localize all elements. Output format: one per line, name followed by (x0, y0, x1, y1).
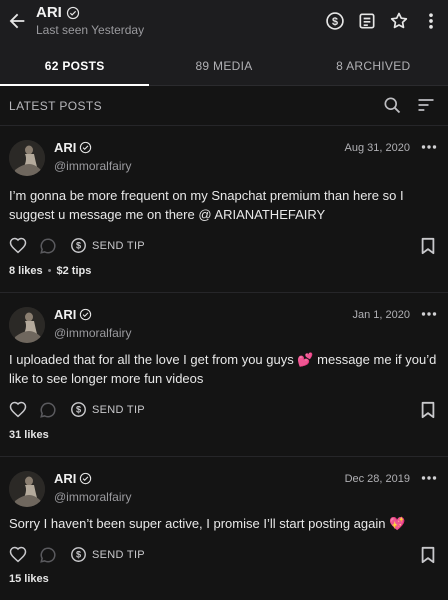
post-date: Aug 31, 2020 (344, 142, 410, 154)
comment-icon[interactable] (39, 237, 57, 255)
post-stats: 15 likes (9, 573, 49, 585)
separator-dot: • (47, 265, 52, 277)
top-bar: ARI Last seen Yesterday $ (0, 0, 448, 46)
send-tip-label: SEND TIP (92, 403, 145, 416)
send-tip-button[interactable]: $ SEND TIP (70, 401, 145, 418)
tab-archived[interactable]: 8 ARCHIVED (299, 46, 448, 85)
more-options-button[interactable] (420, 10, 442, 32)
profile-tabs: 62 POSTS 89 MEDIA 8 ARCHIVED (0, 46, 448, 86)
back-arrow-icon[interactable] (6, 10, 28, 32)
more-horizontal-icon[interactable] (421, 140, 437, 154)
heart-icon[interactable] (9, 401, 27, 419)
post-date: Dec 28, 2019 (344, 473, 410, 485)
post-author-name[interactable]: ARI (54, 140, 76, 155)
post-card: ARI @immoralfairy Dec 28, 2019 Sorry I h… (0, 457, 448, 600)
dollar-circle-icon: $ (71, 402, 86, 417)
last-seen-status: Last seen Yesterday (36, 23, 145, 37)
post-author-name[interactable]: ARI (54, 471, 76, 486)
profile-title: ARI Last seen Yesterday (36, 4, 144, 37)
send-tip-button[interactable]: $ SEND TIP (70, 237, 145, 254)
post-text: Sorry I haven’t been super active, I pro… (9, 516, 406, 531)
more-horizontal-icon[interactable] (421, 307, 437, 321)
profile-name: ARI (36, 4, 62, 21)
post-stats: 8 likes • $2 tips (9, 265, 91, 277)
post-card: ARI @immoralfairy Aug 31, 2020 I’m gonna… (0, 126, 448, 293)
post-date: Jan 1, 2020 (352, 309, 411, 321)
verified-icon (80, 141, 92, 154)
bookmark-icon[interactable] (420, 401, 436, 419)
comment-icon[interactable] (39, 546, 57, 564)
more-horizontal-icon[interactable] (421, 471, 437, 485)
post-text: I uploaded that for all the love I get f… (9, 352, 437, 386)
search-icon[interactable] (382, 95, 402, 115)
star-icon (390, 12, 408, 29)
dollar-circle-icon: $ (71, 547, 86, 562)
bookmark-icon[interactable] (420, 237, 436, 255)
post-author-handle[interactable]: @immoralfairy (54, 326, 132, 340)
more-vertical-icon (429, 13, 433, 29)
verified-icon (80, 308, 92, 321)
tips-amount: $2 tips (56, 265, 92, 277)
post-stats: 31 likes (9, 429, 49, 441)
section-title: LATEST POSTS (9, 99, 103, 113)
send-tip-label: SEND TIP (92, 239, 145, 252)
svg-text:$: $ (332, 16, 338, 28)
post-author-handle[interactable]: @immoralfairy (54, 490, 132, 504)
dollar-circle-icon: $ (326, 12, 344, 30)
likes-count[interactable]: 8 likes (9, 265, 43, 277)
dollar-circle-icon: $ (71, 238, 86, 253)
verified-icon (66, 6, 79, 19)
comment-icon[interactable] (39, 401, 57, 419)
tip-button[interactable]: $ (324, 10, 346, 32)
heart-icon[interactable] (9, 546, 27, 564)
bookmark-icon[interactable] (420, 546, 436, 564)
send-tip-label: SEND TIP (92, 548, 145, 561)
avatar[interactable] (9, 307, 45, 343)
note-icon (359, 13, 375, 29)
likes-count[interactable]: 31 likes (9, 429, 49, 441)
notes-button[interactable] (356, 10, 378, 32)
post-author-name[interactable]: ARI (54, 307, 76, 322)
post-text: I’m gonna be more frequent on my Snapcha… (9, 188, 404, 222)
avatar[interactable] (9, 140, 45, 176)
latest-posts-header: LATEST POSTS (0, 86, 448, 126)
svg-text:$: $ (76, 241, 81, 251)
send-tip-button[interactable]: $ SEND TIP (70, 546, 145, 563)
tab-posts[interactable]: 62 POSTS (0, 46, 150, 86)
heart-icon[interactable] (9, 237, 27, 255)
svg-text:$: $ (76, 405, 81, 415)
verified-icon (80, 472, 92, 485)
post-card: ARI @immoralfairy Jan 1, 2020 I uploaded… (0, 293, 448, 457)
svg-text:$: $ (76, 550, 81, 560)
likes-count[interactable]: 15 likes (9, 573, 49, 585)
favorite-button[interactable] (388, 10, 410, 32)
sort-icon[interactable] (416, 95, 436, 115)
tab-media[interactable]: 89 MEDIA (149, 46, 298, 85)
post-author-handle[interactable]: @immoralfairy (54, 159, 132, 173)
avatar[interactable] (9, 471, 45, 507)
